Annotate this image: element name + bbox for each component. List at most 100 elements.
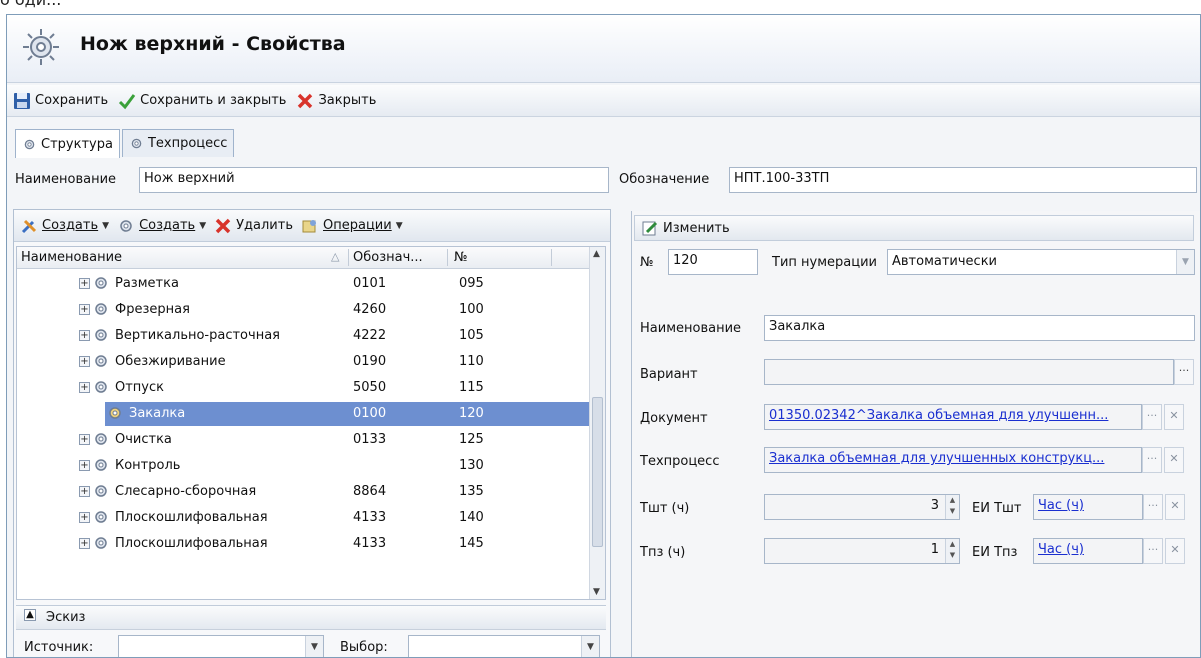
create-label-2: Создать (139, 218, 196, 233)
variant-field[interactable] (764, 359, 1174, 385)
expand-icon[interactable]: + (79, 278, 90, 289)
ellipsis-button[interactable]: ··· (1143, 494, 1163, 520)
cell-code: 4133 (353, 536, 387, 551)
techprocess-link[interactable]: Закалка объемная для улучшенных конструк… (769, 451, 1104, 466)
dropdown-arrow-icon: ▼ (102, 220, 110, 231)
expand-icon[interactable]: + (79, 330, 90, 341)
clear-icon[interactable]: ✕ (1164, 447, 1184, 473)
sketch-header[interactable]: ▲ Эскиз (16, 606, 606, 630)
name-field[interactable]: Нож верхний (139, 167, 609, 193)
edit-button[interactable]: Изменить (641, 219, 730, 237)
table-row[interactable]: + Разметка 0101 095 (17, 271, 591, 297)
gear-icon (95, 433, 107, 445)
numbering-type-value: Автоматически (892, 254, 998, 269)
table-row[interactable]: + Очистка 0133 125 (17, 427, 591, 453)
main-toolbar: Сохранить Сохранить и закрыть Закрыть (7, 85, 1200, 117)
op-name-field[interactable]: Закалка (764, 315, 1195, 341)
expand-icon[interactable]: + (79, 382, 90, 393)
ellipsis-button[interactable]: ··· (1174, 359, 1194, 385)
tab-techprocess[interactable]: Техпроцесс (121, 129, 235, 157)
cell-name: Обезжиривание (115, 354, 226, 369)
source-select[interactable]: ▼ (118, 635, 324, 657)
edit-label: Изменить (663, 220, 730, 236)
table-row[interactable]: + Слесарно-сборочная 8864 135 (17, 479, 591, 505)
table-row[interactable]: + Плоскошлифовальная 4133 145 (17, 531, 591, 557)
structure-panel: Создать ▼ Создать ▼ Удалить Операции ▼ Н… (13, 209, 611, 657)
cell-name: Плоскошлифовальная (115, 510, 268, 525)
cell-code: 0190 (353, 354, 387, 369)
table-row[interactable]: + Фрезерная 4260 100 (17, 297, 591, 323)
column-header-name[interactable]: Наименование (21, 250, 122, 265)
ellipsis-button[interactable]: ··· (1143, 538, 1163, 564)
chevron-down-icon[interactable]: ▼ (305, 636, 323, 657)
scrollbar-thumb[interactable] (592, 397, 603, 547)
gear-icon (109, 407, 121, 419)
clear-icon[interactable]: ✕ (1165, 538, 1185, 564)
document-label: Документ (640, 411, 708, 426)
column-header-code[interactable]: Обознач... (353, 250, 423, 265)
clear-icon[interactable]: ✕ (1165, 494, 1185, 520)
designation-field[interactable]: НПТ.100-33ТП (729, 167, 1197, 193)
expand-icon[interactable]: + (79, 434, 90, 445)
table-row[interactable]: + Плоскошлифовальная 4133 140 (17, 505, 591, 531)
tsht-field[interactable]: 3 (764, 494, 960, 520)
clear-icon[interactable]: ✕ (1164, 404, 1184, 430)
grid-scrollbar[interactable]: ▲ ▼ (589, 247, 605, 599)
delete-button[interactable]: Удалить (214, 217, 293, 235)
cell-number: 110 (459, 354, 484, 369)
gear-icon (95, 381, 107, 393)
operations-menu-button[interactable]: Операции ▼ (301, 217, 403, 235)
scroll-up-icon[interactable]: ▲ (593, 249, 600, 259)
spin-buttons[interactable]: ▲ ▼ (945, 539, 959, 563)
create-operation-button[interactable]: Создать ▼ (20, 217, 109, 235)
expand-icon[interactable]: + (79, 356, 90, 367)
table-row[interactable]: + Обезжиривание 0190 110 (17, 349, 591, 375)
tab-structure-label: Структура (41, 136, 113, 152)
cell-name: Контроль (115, 458, 181, 473)
operations-grid: Наименование △ Обознач... № + Разметка 010… (16, 246, 606, 600)
ellipsis-button[interactable]: ··· (1142, 447, 1162, 473)
gear-icon (95, 329, 107, 341)
ei-tsht-link[interactable]: Час (ч) (1038, 498, 1084, 513)
chevron-down-icon[interactable]: ▼ (1176, 250, 1194, 274)
ei-tpz-link[interactable]: Час (ч) (1038, 542, 1084, 557)
number-field[interactable]: 120 (668, 249, 758, 275)
close-button[interactable]: Закрыть (296, 92, 376, 110)
chevron-down-icon[interactable]: ▼ (581, 636, 599, 657)
gear-icon (23, 29, 59, 65)
ellipsis-button[interactable]: ··· (1142, 404, 1162, 430)
expand-icon[interactable]: + (79, 486, 90, 497)
numbering-type-select[interactable]: Автоматически ▼ (887, 249, 1195, 275)
document-link[interactable]: 01350.02342^Закалка объемная для улучшен… (769, 408, 1108, 423)
expand-icon[interactable]: + (79, 460, 90, 471)
tpz-field[interactable]: 1 (764, 538, 960, 564)
cell-number: 105 (459, 328, 484, 343)
table-row[interactable]: + Отпуск 5050 115 (17, 375, 591, 401)
expand-icon[interactable]: + (79, 538, 90, 549)
table-row[interactable]: + Контроль 130 (17, 453, 591, 479)
scroll-down-icon[interactable]: ▼ (593, 587, 600, 597)
collapse-icon[interactable]: ▲ (24, 609, 36, 621)
number-label: № (640, 255, 654, 270)
tab-structure[interactable]: Структура (15, 129, 120, 158)
tab-strip: Структура Техпроцесс (15, 129, 235, 158)
expand-icon[interactable]: + (79, 304, 90, 315)
choice-select[interactable]: ▼ (408, 635, 600, 657)
title-bar: Нож верхний - Свойства (7, 15, 1200, 83)
cell-number: 145 (459, 536, 484, 551)
operations-label: Операции (323, 218, 392, 233)
tab-techprocess-label: Техпроцесс (147, 136, 228, 151)
save-and-close-label: Сохранить и закрыть (140, 93, 287, 108)
table-row[interactable]: Закалка 0100 120 (17, 401, 591, 427)
cell-code: 5050 (353, 380, 387, 395)
table-row[interactable]: + Вертикально-расточная 4222 105 (17, 323, 591, 349)
save-button[interactable]: Сохранить (13, 92, 108, 110)
cell-name: Плоскошлифовальная (115, 536, 268, 551)
column-header-number[interactable]: № (454, 250, 468, 265)
cell-name: Очистка (115, 432, 172, 447)
spin-buttons[interactable]: ▲ ▼ (945, 495, 959, 519)
create-step-button[interactable]: Создать ▼ (117, 217, 206, 235)
cell-number: 140 (459, 510, 484, 525)
save-and-close-button[interactable]: Сохранить и закрыть (118, 92, 286, 110)
expand-icon[interactable]: + (79, 512, 90, 523)
